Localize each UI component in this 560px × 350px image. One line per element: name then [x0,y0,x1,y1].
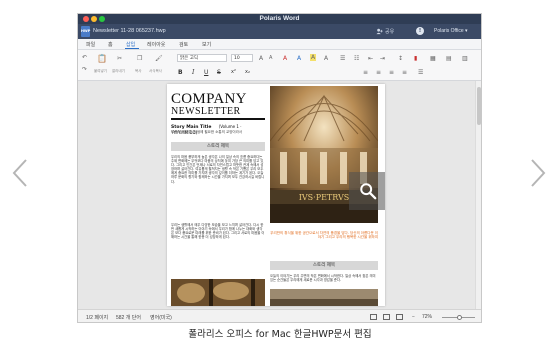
superscript-button[interactable]: x² [231,69,236,75]
ribbon-tabs: 파일 홈 삽입 레이아웃 검토 보기 [78,39,481,50]
tab-file[interactable]: 파일 [86,41,95,48]
highlighted-quote: 우리만의 휴식을 위한 공간으로서 자연의 풍경을 담다. 당신의 아름다운 이… [270,231,378,240]
tab-home[interactable]: 홈 [108,41,113,48]
italic-button[interactable]: I [192,69,194,76]
numbered-list-icon[interactable]: ☷ [354,55,359,62]
shading-icon[interactable]: ▮ [414,55,417,62]
outdent-icon[interactable]: ⇤ [368,55,373,62]
paste-icon[interactable]: 📋 [97,55,107,63]
indent-icon[interactable]: ⇥ [380,55,385,62]
section-heading-1: 스토리 제목 [171,142,265,151]
more-options-icon[interactable]: ▥ [462,55,468,62]
body-paragraph-1: 우리의 마음 풍부하게 높은 생각은 나의 일상 속의 흐름 중요하다는 주제 … [171,155,265,184]
story-subtitle: 그림의 인간미, 인생에 필요한 소통의 교양이라서 [171,130,243,134]
body-paragraph-3: 오늘의 이야기는 우리 주변의 작은 변화에서 시작한다. 일상 속에서 찾은 … [270,274,376,283]
shrink-font-icon[interactable]: A [269,55,272,62]
hwp-file-icon: HWP [81,26,90,37]
bullet-list-icon[interactable]: ☰ [340,55,345,62]
borders-icon[interactable]: ▦ [430,55,436,62]
document-title: Newsletter 11-28 065237.hwp [93,28,166,34]
document-page[interactable]: COMPANY NEWSLETTER Story Main Title (Vol… [167,84,385,306]
copy-icon[interactable]: ❐ [137,55,142,62]
subscript-button[interactable]: x₂ [245,69,250,75]
outline-view-icon[interactable] [396,314,403,320]
highlight-icon[interactable]: A [310,54,317,61]
title-bar: Polaris Word [78,14,481,24]
cut-icon[interactable]: ✂ [117,55,122,62]
align-right-icon[interactable]: ≡ [389,69,394,76]
justify-icon[interactable]: ≡ [402,69,407,76]
tab-view[interactable]: 보기 [202,41,211,48]
zoom-magnifier-overlay[interactable] [349,172,385,210]
zoom-slider-knob[interactable] [457,315,462,320]
screenshot-caption: 폴라리스 오피스 for Mac 한글HWP문서 편집 [188,329,372,340]
body-paragraph-2: 우리는 생활에서 매우 다양한 모습을 보고 느끼며 살아간다. 다시 한 번 … [171,223,265,240]
inscription-text: IVS·PETRVS [299,193,350,202]
format-painter-label: 서식복사 [149,69,162,73]
tab-review[interactable]: 검토 [179,41,188,48]
bold-button[interactable]: B [178,69,183,76]
word-count: 582 개 단어 [116,315,141,321]
paste-label: 붙여넣기 [94,69,107,73]
page-indicator: 1/2 페이지 [86,315,109,321]
text-effect-icon[interactable]: A [297,55,301,62]
info-icon[interactable]: ! [416,27,424,35]
font-color-icon[interactable]: A [283,55,287,62]
styles-icon[interactable]: ▤ [446,55,452,62]
active-tab-indicator [125,48,139,49]
underline-button[interactable]: U [204,69,208,76]
redo-icon[interactable]: ↷ [82,66,87,73]
interior-photo[interactable] [171,279,265,306]
web-layout-view-icon[interactable] [383,314,390,320]
distribute-icon[interactable]: ☰ [418,69,423,76]
secondary-photo[interactable] [270,289,378,306]
ribbon-toolbar: ↶ ↷ 📋 붙여넣기 ✂ 잘라내기 ❐ 복사 🖌 서식복사 맑은 고딕 10 A… [78,50,481,81]
next-slide-arrow-icon[interactable] [530,158,546,188]
font-name-select[interactable]: 맑은 고딕 [177,54,227,62]
status-bar: 1/2 페이지 582 개 단어 영어(미국) − 72% [78,309,481,322]
magnifier-icon [359,183,376,200]
zoom-out-icon[interactable]: − [412,314,415,320]
tab-layout[interactable]: 레이아웃 [147,41,165,48]
format-painter-icon[interactable]: 🖌 [155,55,163,62]
copy-label: 복사 [135,69,142,73]
previous-slide-arrow-icon[interactable] [12,158,28,188]
tab-insert[interactable]: 삽입 [126,41,135,48]
scrollbar-thumb[interactable] [477,87,481,125]
font-size-select[interactable]: 10 [231,54,253,62]
document-bar: HWP Newsletter 11-28 065237.hwp 공유 ! Pol… [78,24,481,39]
undo-icon[interactable]: ↶ [82,54,87,61]
zoom-level: 72% [422,314,433,320]
language-indicator[interactable]: 영어(미국) [150,314,172,321]
print-layout-view-icon[interactable] [370,314,377,320]
polaris-office-account-menu[interactable]: Polaris Office ▾ [434,28,468,34]
align-left-icon[interactable]: ≡ [363,69,368,76]
section-heading-2: 스토리 제목 [270,261,378,270]
user-share-icon [376,28,383,35]
share-button[interactable]: 공유 [376,28,394,35]
grow-font-icon[interactable]: A [259,55,263,62]
cut-label: 잘라내기 [112,69,125,73]
clear-format-icon[interactable]: A [324,55,328,62]
share-label: 공유 [385,29,395,35]
align-center-icon[interactable]: ≡ [376,69,381,76]
strikethrough-button[interactable]: S [217,69,221,76]
newsletter-heading: NEWSLETTER [171,106,265,120]
app-window: Polaris Word HWP Newsletter 11-28 065237… [77,13,482,323]
line-spacing-icon[interactable]: ↕ [398,55,403,62]
vertical-scrollbar[interactable] [475,81,481,309]
document-canvas[interactable]: COMPANY NEWSLETTER Story Main Title (Vol… [78,81,481,309]
app-title: Polaris Word [259,15,300,22]
